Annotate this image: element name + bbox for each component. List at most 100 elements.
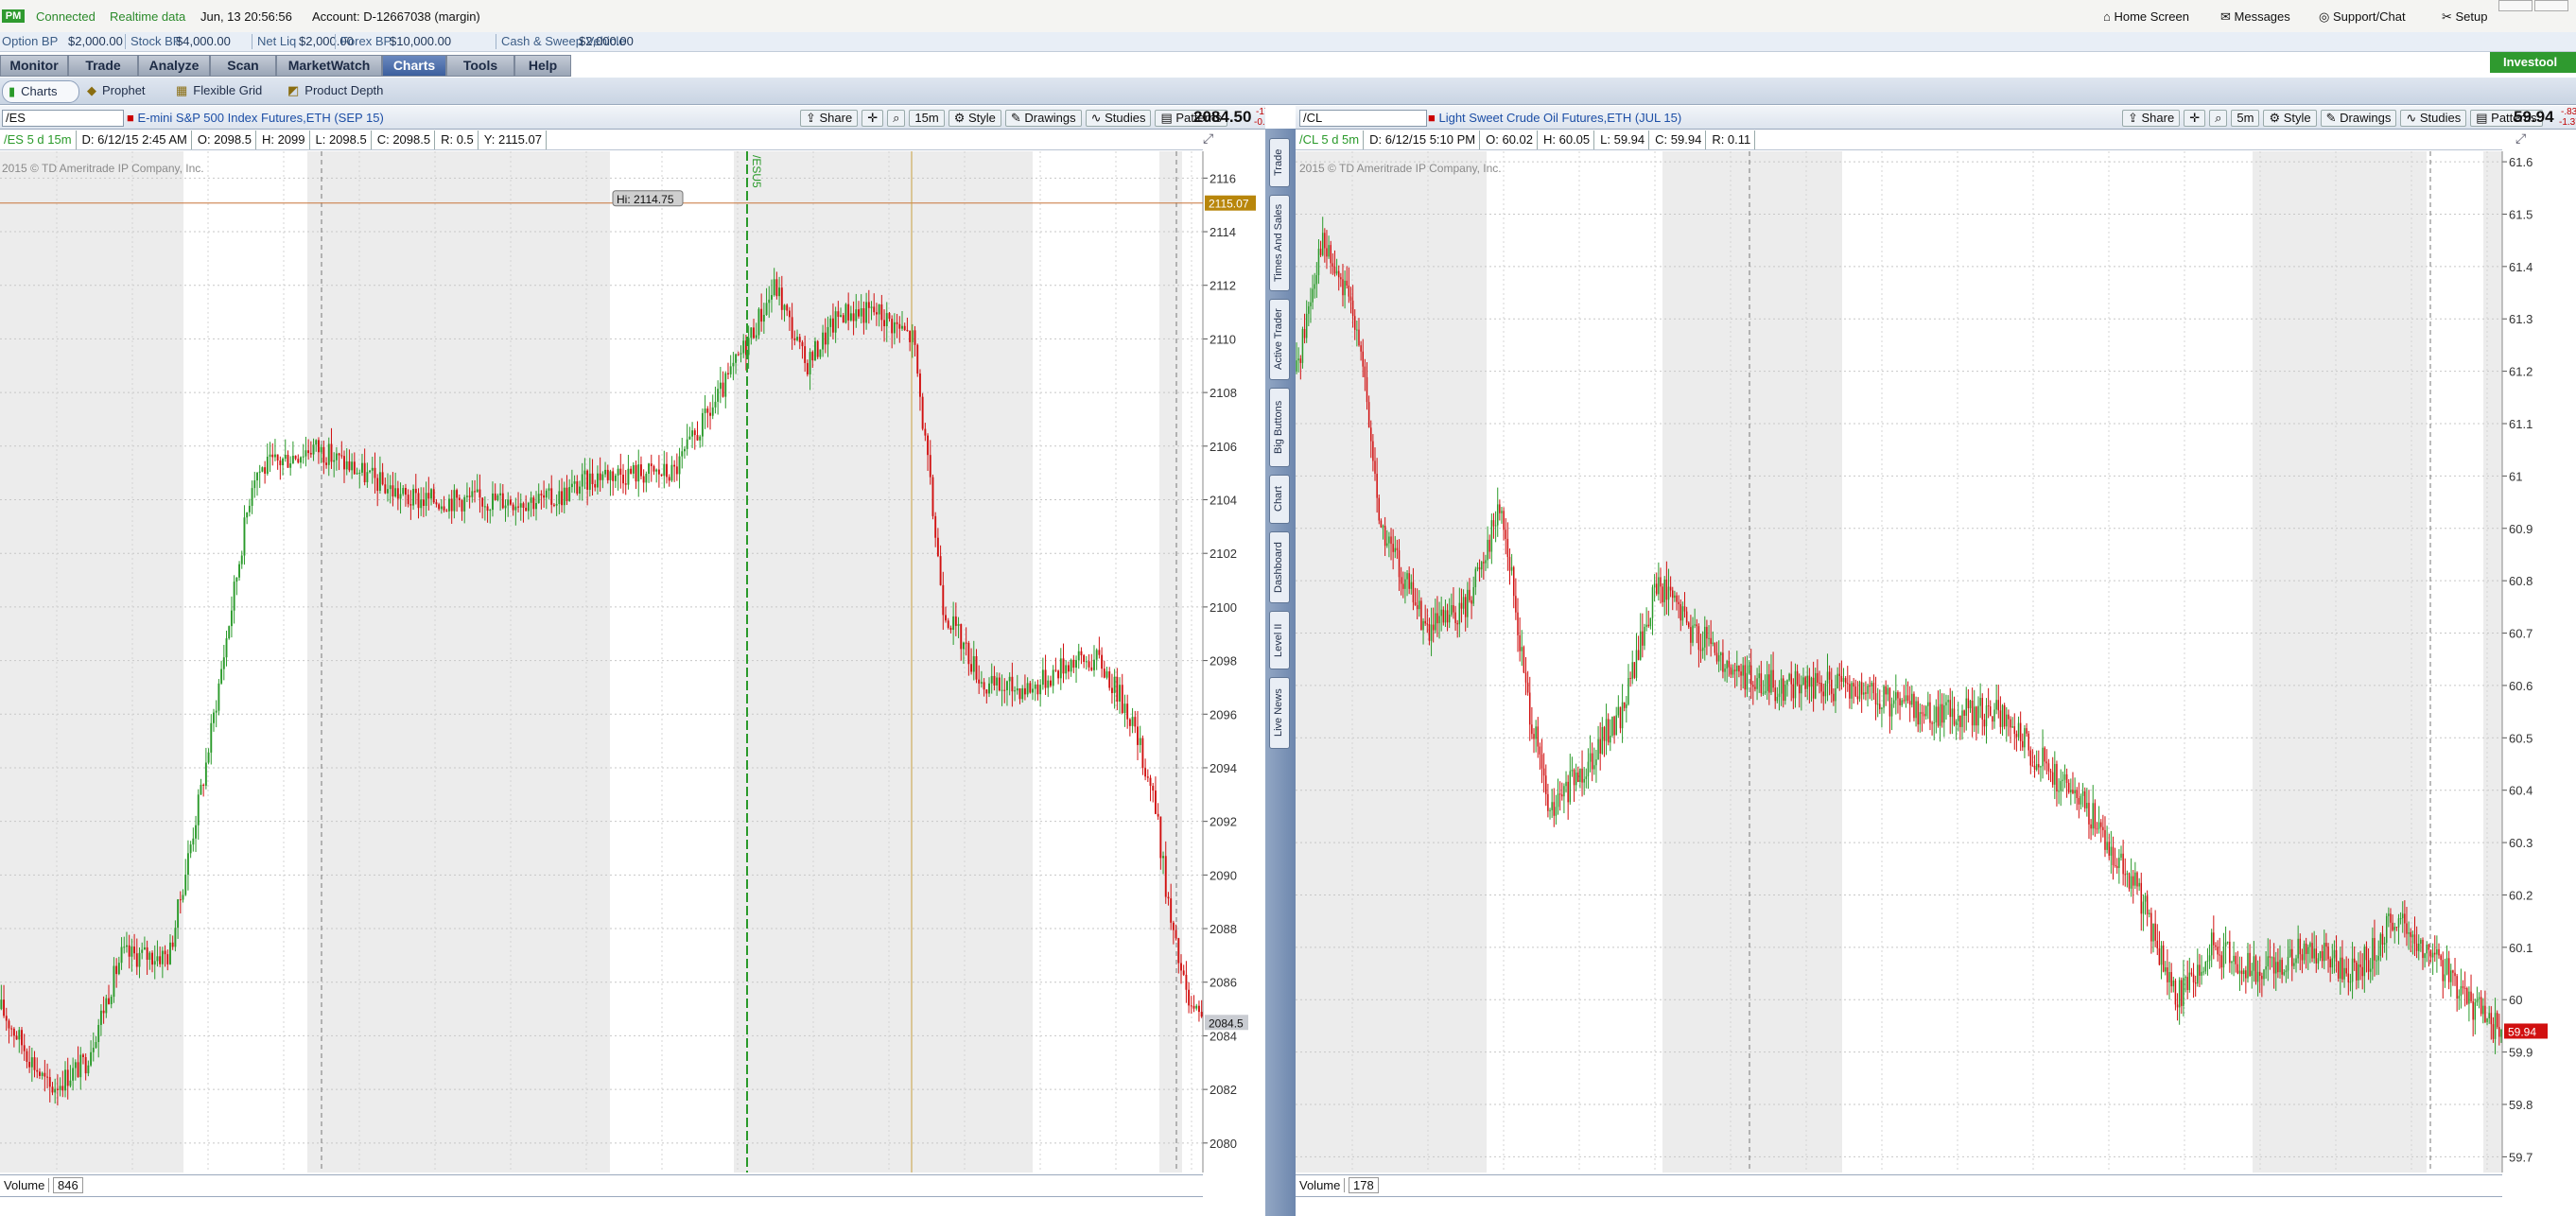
y-tick-label: 2092 <box>1210 815 1237 829</box>
rail-tab-dashboard[interactable]: Dashboard <box>1269 531 1290 603</box>
cl-symbol-input[interactable]: /CL <box>1299 110 1427 127</box>
rail-tab-times-and-sales[interactable]: Times And Sales <box>1269 195 1290 291</box>
candle-body <box>1366 376 1368 403</box>
account-selector[interactable]: Account: D-12667038 (margin) <box>312 9 480 25</box>
candle-body <box>1412 582 1415 603</box>
candle-body <box>1974 706 1976 726</box>
es-crosshair-button[interactable]: ✛ <box>862 110 884 127</box>
es-style-button[interactable]: ⚙ Style <box>948 110 1001 127</box>
rail-tab-live-news[interactable]: Live News <box>1269 677 1290 749</box>
subtab-charts[interactable]: ▮ Charts <box>2 80 79 103</box>
tab-help[interactable]: Help <box>514 55 571 77</box>
candle-body <box>1822 691 1824 697</box>
candle-body <box>1408 573 1410 589</box>
candle-body <box>327 443 330 465</box>
tab-tools[interactable]: Tools <box>446 55 514 77</box>
candle-body <box>778 287 781 297</box>
cl-studies-button[interactable]: ∿ Studies <box>2400 110 2467 127</box>
candle-body <box>1977 705 1979 726</box>
es-symbol-title[interactable]: ■ E-mini S&P 500 Index Futures,ETH (SEP … <box>127 111 384 125</box>
candle-body <box>1362 351 1364 367</box>
rail-tab-active-trader[interactable]: Active Trader <box>1269 299 1290 380</box>
candle-body <box>1963 710 1965 716</box>
candle-body <box>914 330 916 345</box>
candle-body <box>1856 696 1859 700</box>
candle-body <box>693 430 696 436</box>
candle-body <box>2026 728 2028 734</box>
candle-body <box>77 1062 79 1078</box>
cl-aggregation[interactable]: /CL 5 d 5m <box>1296 130 1365 149</box>
candle-body <box>1531 724 1533 735</box>
es-drawings-button[interactable]: ✎ Drawings <box>1004 110 1082 127</box>
tab-charts[interactable]: Charts <box>382 55 446 77</box>
candle-body <box>2099 822 2102 827</box>
cl-crosshair-button[interactable]: ✛ <box>2184 110 2206 127</box>
candle-body <box>2385 915 2388 944</box>
cl-style-button[interactable]: ⚙ Style <box>2263 110 2317 127</box>
es-zoom-button[interactable]: ⌕ <box>887 110 906 127</box>
candle-body <box>46 1076 49 1078</box>
candle-body <box>351 461 354 471</box>
candle-body <box>1512 566 1515 597</box>
minimize-button[interactable] <box>2498 0 2532 11</box>
tab-trade[interactable]: Trade <box>68 55 138 77</box>
tab-marketwatch[interactable]: MarketWatch <box>276 55 382 77</box>
messages-link[interactable]: ✉ Messages <box>2220 9 2290 25</box>
candle-body <box>1555 807 1558 816</box>
candle-body <box>141 949 144 953</box>
cl-zoom-button[interactable]: ⌕ <box>2209 110 2228 127</box>
datetime: Jun, 13 20:56:56 <box>200 9 292 24</box>
candle-body <box>2454 972 2456 977</box>
bp-label: Forex BP <box>340 34 392 48</box>
candle-body <box>1144 768 1147 777</box>
rail-tab-level-ii[interactable]: Level II <box>1269 611 1290 669</box>
es-studies-button[interactable]: ∿ Studies <box>1085 110 1152 127</box>
tab-scan[interactable]: Scan <box>210 55 276 77</box>
candle-body <box>463 496 466 512</box>
es-timeframe-button[interactable]: 15m <box>909 110 945 127</box>
candle-body <box>942 584 945 616</box>
cl-drawings-button[interactable]: ✎ Drawings <box>2320 110 2397 127</box>
subtab-product-depth[interactable]: ◩ Product Depth <box>282 80 405 101</box>
investools-button[interactable]: Investool <box>2490 52 2576 73</box>
candle-body <box>402 488 405 495</box>
expand-icon[interactable]: ⤢ <box>1203 130 1222 149</box>
candle-body <box>824 332 827 345</box>
subtab-flexible-grid[interactable]: ▦ Flexible Grid <box>170 80 274 101</box>
candle-body <box>737 354 740 356</box>
candle-body <box>228 626 231 639</box>
cl-symbol-title[interactable]: ■ Light Sweet Crude Oil Futures,ETH (JUL… <box>1428 111 1681 125</box>
candle-body <box>79 1054 82 1078</box>
candle-body <box>2307 947 2309 954</box>
cl-timeframe-button[interactable]: 5m <box>2231 110 2260 127</box>
es-price-chart[interactable]: 2116 2114 2112 2110 2108 2106 2104 2102 2100 2098… <box>0 151 1265 1182</box>
candle-body <box>1200 1012 1203 1017</box>
candle-body <box>2299 938 2302 955</box>
expand-icon[interactable]: ⤢ <box>2515 130 2534 149</box>
es-aggregation[interactable]: /ES 5 d 15m <box>0 130 77 149</box>
es-share-button[interactable]: ⇪ Share <box>800 110 859 127</box>
tab-monitor[interactable]: Monitor <box>0 55 68 77</box>
candle-body <box>184 875 187 895</box>
candle-body <box>2431 952 2434 958</box>
rail-tab-chart[interactable]: Chart <box>1269 475 1290 524</box>
maximize-button[interactable] <box>2534 0 2568 11</box>
candle-body <box>1485 560 1487 564</box>
candle-body <box>138 952 141 967</box>
rail-tab-trade[interactable]: Trade <box>1269 138 1290 187</box>
es-symbol-input[interactable]: /ES <box>2 110 124 127</box>
candle-body <box>834 311 837 333</box>
cl-share-button[interactable]: ⇪ Share <box>2122 110 2181 127</box>
rail-tab-big-buttons[interactable]: Big Buttons <box>1269 388 1290 467</box>
support-chat-link[interactable]: ◎ Support/Chat <box>2319 9 2406 25</box>
setup-link[interactable]: ✂ Setup <box>2442 9 2488 25</box>
candle-body <box>558 491 561 505</box>
home-screen-link[interactable]: ⌂ Home Screen <box>2103 9 2189 25</box>
candle-body <box>2245 970 2247 979</box>
subtab-prophet[interactable]: ◆ Prophet <box>81 80 163 101</box>
candle-body <box>2315 948 2318 964</box>
candle-body <box>1585 776 1588 779</box>
session-shade <box>1296 151 1487 1173</box>
tab-analyze[interactable]: Analyze <box>138 55 210 77</box>
cl-price-chart[interactable]: 61.6 61.5 61.4 61.3 61.2 61.1 61 60.9 60.8 60.7 60… <box>1296 151 2576 1182</box>
